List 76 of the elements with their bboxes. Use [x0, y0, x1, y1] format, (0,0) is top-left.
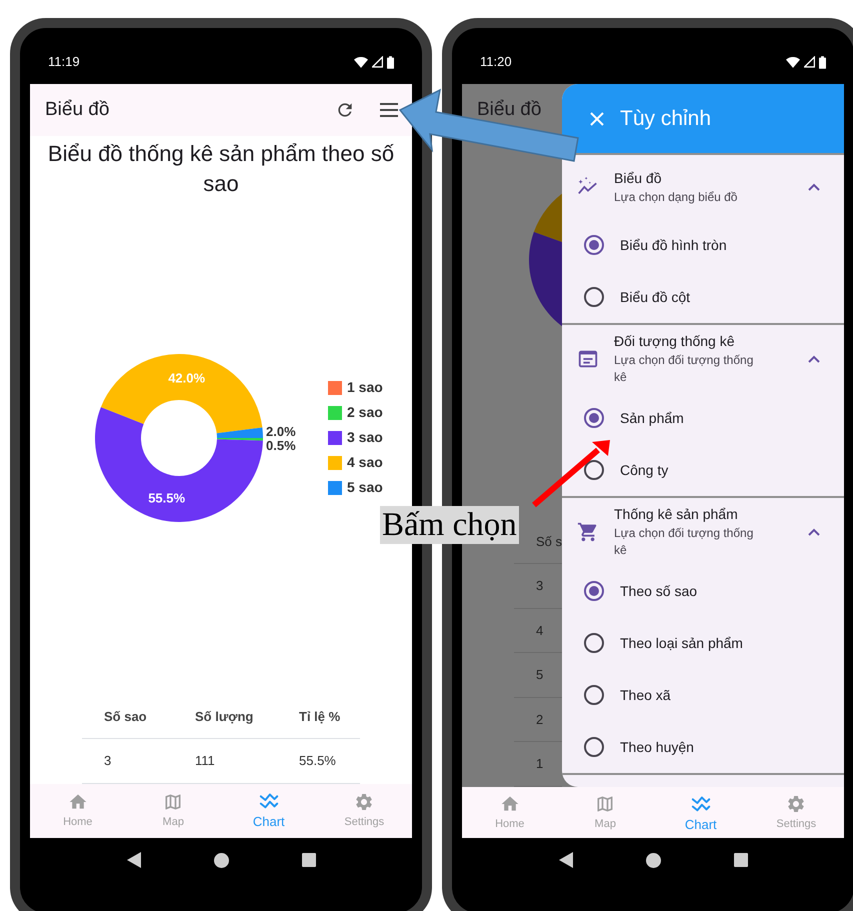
radio-button[interactable]	[584, 685, 604, 705]
slice-label: 42.0%	[168, 370, 206, 385]
wifi-icon	[354, 56, 368, 68]
section-subtitle: Lựa chọn đối tượng thống kê	[614, 352, 754, 386]
map-icon	[163, 792, 184, 812]
option-label[interactable]: Theo xã	[620, 684, 671, 706]
table-cell-text: 3	[103, 752, 112, 770]
chart-title: Biểu đồ thống kê sản phẩm theo số sao	[46, 140, 396, 198]
back-icon[interactable]	[126, 852, 140, 868]
app-bar-title: Biểu đồ	[477, 98, 542, 122]
section-title: Thống kê sản phẩm	[614, 505, 739, 524]
close-button[interactable]	[590, 112, 604, 126]
cart-icon	[577, 520, 599, 542]
section-header[interactable]: Đối tượng thống kê Lựa chọn đối tượng thống kê	[562, 325, 844, 392]
table-cell-text: 4	[536, 622, 544, 640]
option-label[interactable]: Công ty	[620, 460, 668, 480]
section-subtitle: Lựa chọn dạng biểu đồ	[614, 189, 738, 206]
home-button-icon[interactable]	[214, 852, 228, 868]
radio-button[interactable]	[584, 737, 604, 757]
table-cell-text: 3	[536, 577, 544, 595]
slice-label: 0.5%	[266, 438, 296, 452]
slice-label: 2.0%	[266, 424, 296, 438]
app-bar-title: Biểu đồ	[45, 98, 110, 122]
table-cell-text: 55.5%	[299, 752, 336, 770]
recents-icon[interactable]	[302, 853, 316, 867]
signal-icon	[372, 56, 383, 68]
radio-button[interactable]	[584, 581, 604, 601]
chevron-up-icon	[808, 354, 820, 362]
radio-button[interactable]	[584, 408, 604, 428]
column-header: Số s	[536, 532, 562, 551]
option-label[interactable]: Biểu đồ hình tròn	[620, 234, 727, 256]
recents-icon[interactable]	[734, 853, 748, 867]
status-time: 11:20	[480, 53, 512, 72]
status-time: 11:19	[48, 53, 80, 72]
section-title: Đối tượng thống kê	[614, 332, 736, 351]
home-button-icon[interactable]	[646, 852, 660, 868]
settings-icon	[354, 792, 374, 812]
signal-icon	[804, 56, 815, 68]
menu-icon[interactable]	[380, 103, 398, 117]
legend-label: 5 sao	[347, 478, 383, 497]
settings-icon	[786, 794, 806, 814]
chevron-up-icon	[808, 183, 820, 191]
option-label[interactable]: Biểu đồ cột	[620, 286, 690, 308]
battery-icon	[387, 56, 394, 68]
section-header[interactable]: Thống kê sản phẩm Lựa chọn đối tượng thống kê	[562, 498, 844, 565]
table-cell-text: 2	[536, 710, 544, 728]
option-label[interactable]: Sản phẩm	[620, 408, 684, 428]
radio-button[interactable]	[584, 633, 604, 653]
drawer-title: Tùy chỉnh	[620, 106, 712, 132]
close-icon	[590, 112, 604, 126]
radio-button[interactable]	[584, 287, 604, 307]
radio-button[interactable]	[584, 235, 604, 255]
chevron-up-icon	[808, 528, 820, 536]
legend-label: 1 sao	[347, 378, 383, 397]
table-cell-text: 1	[536, 755, 544, 773]
slice-label: 55.5%	[148, 490, 186, 506]
option-label[interactable]: Theo huyện	[620, 736, 694, 758]
legend-label: 2 sao	[347, 403, 383, 422]
legend-label: 3 sao	[347, 428, 383, 447]
annotation-label: Bấm chọn	[380, 506, 519, 544]
section-title: Biểu đồ	[614, 169, 662, 188]
column-header: Số lượng	[195, 708, 254, 726]
column-header: Số sao	[103, 708, 148, 726]
wifi-icon	[786, 56, 800, 68]
radio-button[interactable]	[584, 460, 604, 480]
legend-label: 4 sao	[347, 453, 383, 472]
column-header: Tỉ lệ %	[299, 708, 340, 726]
map-icon	[595, 794, 616, 814]
battery-icon	[819, 56, 826, 68]
section-header[interactable]: Biểu đồ Lựa chọn dạng biểu đồ	[562, 155, 844, 219]
table-cell-text: 5	[536, 666, 544, 684]
section-subtitle: Lựa chọn đối tượng thống kê	[614, 525, 754, 559]
back-icon[interactable]	[558, 852, 572, 868]
option-label[interactable]: Theo loại sản phẩm	[620, 632, 743, 654]
option-label[interactable]: Theo số sao	[620, 580, 698, 602]
table-cell-text: 111	[195, 752, 216, 770]
